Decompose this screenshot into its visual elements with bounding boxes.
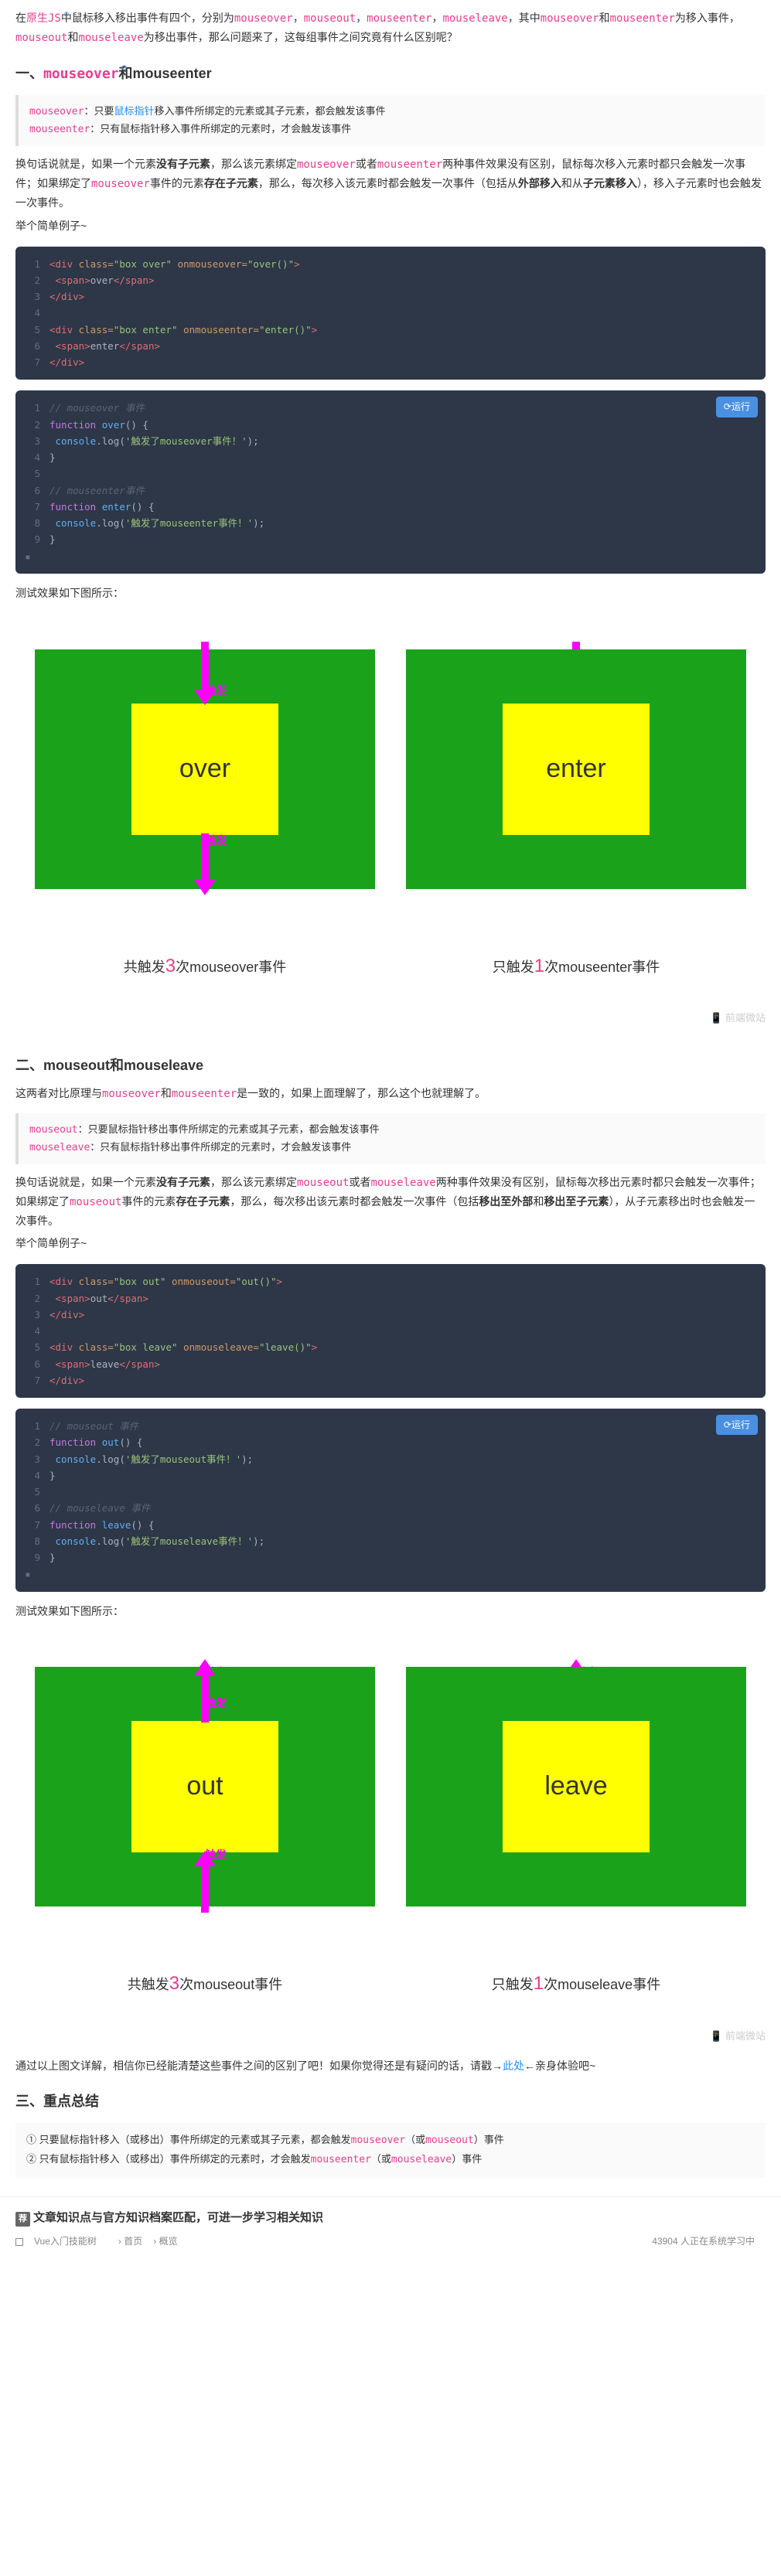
demo-diagram-1: 触发 触发 over 触发 共触发3次mouseover事件 触发 enter … bbox=[15, 618, 766, 983]
intro-paragraph: 在原生JS中鼠标移入移出事件有四个，分别为mouseover，mouseout，… bbox=[15, 9, 766, 48]
link-here[interactable]: 此处 bbox=[503, 2060, 524, 2072]
footer-knowledge: 荐文章知识点与官方知识档案匹配，可进一步学习相关知识 Vue入门技能树› 首页›… bbox=[0, 2196, 781, 2261]
demo-box-enter: enter bbox=[406, 649, 746, 889]
recommend-tag: 荐 bbox=[15, 2212, 30, 2227]
result-over: 共触发3次mouseover事件 bbox=[35, 951, 375, 983]
footer-crumb-3[interactable]: 概览 bbox=[159, 2236, 178, 2247]
example-label-2: 举个简单例子~ bbox=[15, 1235, 766, 1253]
p3: 这两者对比原理与mouseover和mouseenter是一致的，如果上面理解了… bbox=[15, 1085, 766, 1104]
test-result-label-2: 测试效果如下图所示： bbox=[15, 1603, 766, 1621]
vue-icon bbox=[15, 2238, 23, 2246]
test-result-label: 测试效果如下图所示： bbox=[15, 584, 766, 603]
code-block-html-2: 1<div class="box out" onmouseout="out()"… bbox=[15, 1264, 766, 1398]
run-button-2[interactable]: ⟳运行 bbox=[716, 1415, 758, 1435]
definition-box-2: mouseout：只要鼠标指针移出事件所绑定的元素或其子元素，都会触发该事件 m… bbox=[15, 1113, 766, 1164]
demo-box-out: 触发 out 触发 bbox=[35, 1667, 375, 1906]
footer-crumb-2[interactable]: 首页 bbox=[124, 2236, 142, 2247]
demo-box-leave: leave bbox=[406, 1667, 746, 1906]
watermark: 📱 前端微站 bbox=[0, 1007, 781, 1030]
result-leave: 只触发1次mouseleave事件 bbox=[406, 1968, 746, 2000]
demo-diagram-2: 触发 触发 out 触发 共触发3次mouseout事件 触发 leave 只触… bbox=[15, 1636, 766, 2000]
heading-2: 二、mouseout和mouseleave bbox=[15, 1054, 766, 1078]
keyword-nativejs[interactable]: 原生JS bbox=[26, 12, 61, 25]
heading-1: 一、mouseover和mouseenter bbox=[15, 62, 766, 87]
explanation-1: 换句话说就是，如果一个元素没有子元素，那么该元素绑定mouseover或者mou… bbox=[15, 155, 766, 212]
keyword-pointer[interactable]: 鼠标指针 bbox=[114, 105, 154, 117]
demo-box-over: 触发 over 触发 bbox=[35, 649, 375, 889]
code-block-js-2: ⟳运行 1// mouseout 事件 2function out() { 3 … bbox=[15, 1409, 766, 1592]
example-label: 举个简单例子~ bbox=[15, 217, 766, 236]
summary-box: ① 只要鼠标指针移入（或移出）事件所绑定的元素或其子元素，都会触发mouseov… bbox=[15, 2123, 766, 2178]
watermark-2: 📱 前端微站 bbox=[0, 2025, 781, 2048]
result-out: 共触发3次mouseout事件 bbox=[35, 1968, 375, 2000]
learner-count: 43904 人正在系统学习中 bbox=[652, 2234, 755, 2249]
heading-3: 三、重点总结 bbox=[15, 2090, 766, 2114]
run-button[interactable]: ⟳运行 bbox=[716, 397, 758, 417]
result-enter: 只触发1次mouseenter事件 bbox=[406, 951, 746, 983]
footer-crumb-1[interactable]: Vue入门技能树 bbox=[15, 2236, 107, 2247]
code-block-html-1: 1<div class="box over" onmouseover="over… bbox=[15, 247, 766, 380]
keyword-mouseover[interactable]: mouseover bbox=[43, 66, 119, 82]
explanation-2: 换句话说就是，如果一个元素没有子元素，那么该元素绑定mouseout或者mous… bbox=[15, 1174, 766, 1230]
definition-box-1: mouseover：只要鼠标指针移入事件所绑定的元素或其子元素，都会触发该事件 … bbox=[15, 95, 766, 146]
code-block-js-1: ⟳运行 1// mouseover 事件 2function over() { … bbox=[15, 390, 766, 574]
conclusion: 通过以上图文详解，相信你已经能清楚这些事件之间的区别了吧！如果你觉得还是有疑问的… bbox=[15, 2057, 766, 2076]
